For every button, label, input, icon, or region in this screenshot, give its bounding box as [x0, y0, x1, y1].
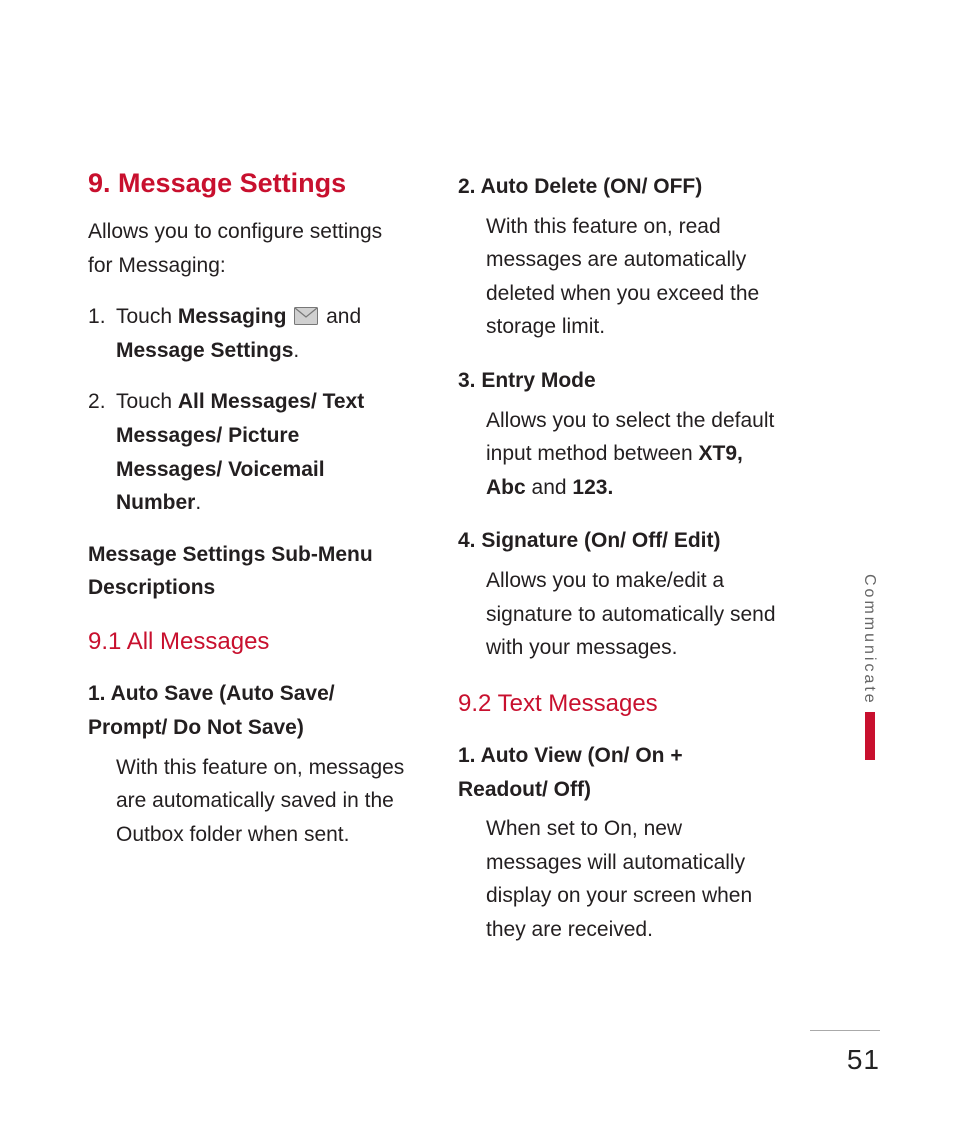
item-1-head: 1. Auto Save (Auto Save/ Prompt/ Do Not … — [88, 677, 408, 744]
side-tab-bar — [865, 712, 875, 760]
item-3-body-mid: and — [526, 476, 573, 499]
item-4-body: Allows you to make/edit a signature to a… — [458, 564, 778, 665]
sub-9-2-title: 9.2 Text Messages — [458, 685, 778, 723]
page-number-rule — [810, 1030, 880, 1031]
item-2-head: 2. Auto Delete (ON/ OFF) — [458, 170, 778, 204]
section-title: 9. Message Settings — [88, 170, 408, 197]
item-auto-view: 1. Auto View (On/ On + Readout/ Off) Whe… — [458, 739, 778, 947]
item-3-body: Allows you to select the default input m… — [458, 404, 778, 505]
side-tab: Communicate — [860, 574, 880, 760]
item-auto-save: 1. Auto Save (Auto Save/ Prompt/ Do Not … — [88, 677, 408, 851]
submenu-heading: Message Settings Sub-Menu Descriptions — [88, 538, 408, 605]
item-1-body: With this feature on, messages are autom… — [88, 751, 408, 852]
item-signature: 4. Signature (On/ Off/ Edit) Allows you … — [458, 524, 778, 664]
section-intro: Allows you to configure settings for Mes… — [88, 215, 408, 282]
left-column: 9. Message Settings Allows you to config… — [88, 170, 408, 967]
step-1-bold2: Message Settings — [116, 339, 293, 362]
envelope-icon — [294, 302, 318, 320]
step-1-pre: Touch — [116, 305, 178, 328]
step-1: Touch Messaging and Message Settings. — [88, 300, 408, 367]
item-auto-delete: 2. Auto Delete (ON/ OFF) With this featu… — [458, 170, 778, 344]
item-9-2-1-body: When set to On, new messages will automa… — [458, 812, 778, 946]
item-4-head: 4. Signature (On/ Off/ Edit) — [458, 524, 778, 558]
steps-list: Touch Messaging and Message Settings. To… — [88, 300, 408, 520]
item-9-2-1-head: 1. Auto View (On/ On + Readout/ Off) — [458, 739, 778, 806]
section-number: 9. — [88, 168, 111, 198]
page-content: 9. Message Settings Allows you to config… — [88, 170, 778, 967]
step-2-pre: Touch — [116, 390, 178, 413]
item-3-head: 3. Entry Mode — [458, 364, 778, 398]
item-entry-mode: 3. Entry Mode Allows you to select the d… — [458, 364, 778, 504]
step-1-bold1: Messaging — [178, 305, 287, 328]
step-2-post: . — [195, 491, 201, 514]
right-column: 2. Auto Delete (ON/ OFF) With this featu… — [458, 170, 778, 967]
step-1-mid: and — [320, 305, 361, 328]
section-title-text: Message Settings — [118, 168, 346, 198]
item-3-body-bold2: 123. — [572, 476, 613, 499]
step-2: Touch All Messages/ Text Messages/ Pictu… — [88, 385, 408, 519]
side-tab-label: Communicate — [860, 574, 878, 706]
sub-9-1-title: 9.1 All Messages — [88, 623, 408, 661]
page-number: 51 — [847, 1044, 880, 1076]
step-1-post: . — [293, 339, 299, 362]
item-2-body: With this feature on, read messages are … — [458, 210, 778, 344]
